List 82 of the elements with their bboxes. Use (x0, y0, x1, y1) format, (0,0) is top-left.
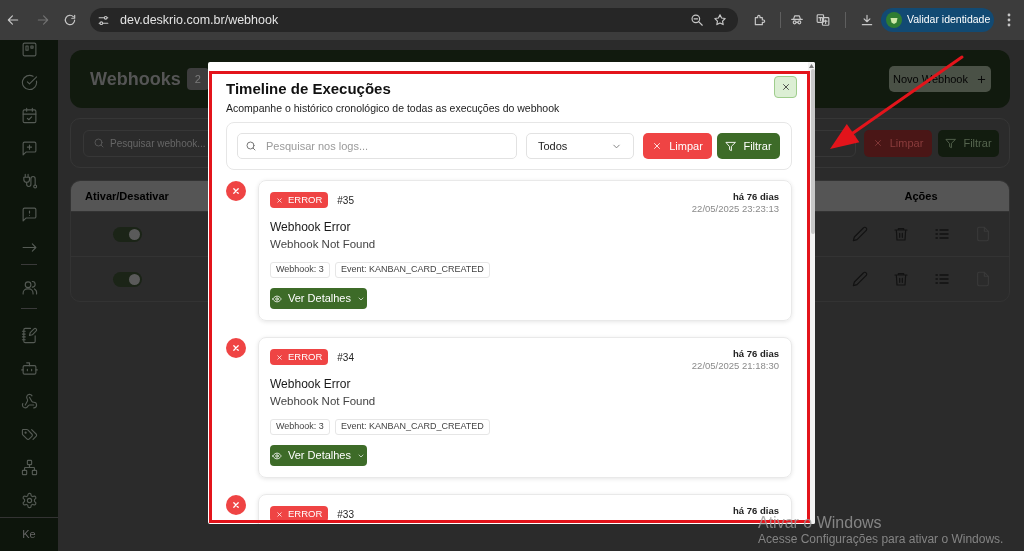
modal-title: Timeline de Execuções (226, 80, 391, 98)
filter-button[interactable]: Filtrar (717, 133, 780, 159)
log-tag: Webhook: 3 (270, 262, 330, 278)
x-icon (652, 141, 663, 151)
eye-icon (272, 450, 282, 461)
robot-icon[interactable] (20, 360, 38, 377)
avatar-icon (886, 12, 902, 28)
notebook-pen-icon[interactable] (20, 327, 38, 344)
filter-icon (945, 137, 957, 149)
eye-icon (272, 293, 282, 304)
details-button[interactable]: Ver Detalhes (270, 288, 367, 309)
puzzle-icon[interactable] (753, 13, 767, 27)
reload-icon[interactable] (63, 13, 77, 27)
close-icon (780, 82, 791, 92)
status-select[interactable]: Todos (526, 133, 634, 159)
status-label: ERROR (288, 195, 323, 205)
x-icon (276, 353, 283, 361)
download-icon[interactable] (860, 13, 874, 27)
toggle-switch[interactable] (112, 226, 142, 242)
log-tag: Event: KANBAN_CARD_CREATED (334, 419, 490, 435)
profile-button[interactable]: Validar identidade (881, 8, 994, 32)
users-icon[interactable] (20, 279, 38, 296)
status-label: ERROR (288, 352, 323, 362)
close-button[interactable] (774, 76, 797, 98)
log-tag: Event: KANBAN_CARD_CREATED (334, 262, 490, 278)
network-icon[interactable] (20, 459, 38, 476)
log-message: Webhook Not Found (270, 394, 376, 409)
scrollbar-thumb[interactable] (810, 69, 815, 234)
relative-time: há 76 dias (733, 505, 779, 516)
calendar-check-icon[interactable] (20, 107, 38, 124)
message-plus-icon[interactable] (20, 140, 38, 157)
relative-time: há 76 dias (733, 191, 779, 203)
translate-icon[interactable] (816, 13, 830, 27)
search-icon (245, 140, 257, 152)
settings-icon[interactable] (20, 492, 38, 509)
timestamp: 22/05/2025 23:23:13 (691, 203, 779, 215)
zoom-out-icon[interactable] (690, 13, 704, 27)
entry-number: #34 (337, 350, 354, 365)
details-button[interactable]: Ver Detalhes (270, 445, 367, 466)
windows-activation-message: Acesse Configurações para ativar o Windows. (758, 532, 1004, 546)
clear-button[interactable]: Limpar (643, 133, 712, 159)
x-icon (872, 138, 883, 148)
check-circle-icon[interactable] (20, 74, 38, 91)
column-header: Ações (904, 188, 938, 204)
url-text: dev.deskrio.com.br/webhook (120, 11, 279, 29)
error-icon (226, 495, 246, 515)
error-icon (226, 338, 246, 358)
entry-number: #33 (337, 507, 354, 522)
timestamp: 22/05/2025 21:18:30 (691, 360, 779, 372)
log-title: Webhook Error (270, 377, 351, 392)
forward-icon[interactable] (36, 13, 50, 27)
log-tag: Webhook: 3 (270, 419, 330, 435)
x-icon (276, 196, 283, 204)
windows-activation-title: Ativar o Windows (758, 514, 882, 532)
error-icon (226, 181, 246, 201)
webhook-icon[interactable] (20, 393, 38, 410)
bookmark-star-icon[interactable] (713, 13, 727, 27)
board-icon[interactable] (20, 41, 38, 58)
filter-icon (725, 140, 737, 152)
column-header: Ativar/Desativar (85, 188, 169, 204)
search-field[interactable]: Pesquisar nos logs... (237, 133, 517, 159)
log-message: Webhook Not Found (270, 237, 376, 252)
tags-icon[interactable] (20, 426, 38, 443)
status-label: ERROR (288, 509, 323, 519)
plug-icon[interactable] (20, 173, 38, 190)
page-title: Webhooks (90, 67, 181, 91)
user-name[interactable]: Ke (22, 526, 36, 543)
toggle-switch[interactable] (112, 271, 142, 287)
webhook-count: 2 (186, 68, 209, 90)
relative-time: há 76 dias (733, 348, 779, 360)
plus-icon (976, 73, 987, 85)
search-icon (93, 136, 105, 149)
back-icon[interactable] (6, 13, 20, 27)
log-title: Webhook Error (270, 220, 351, 235)
incognito-icon[interactable] (790, 13, 804, 27)
entry-number: #35 (337, 193, 354, 208)
x-icon (276, 510, 283, 518)
modal-subtitle: Acompanhe o histórico cronológico de todas as execuções do webhook (226, 101, 560, 115)
message-alert-icon[interactable] (20, 206, 38, 223)
address-bar[interactable]: dev.deskrio.com.br/webhook (90, 8, 738, 32)
site-settings-icon[interactable] (97, 13, 110, 27)
menu-icon[interactable] (1006, 13, 1012, 27)
